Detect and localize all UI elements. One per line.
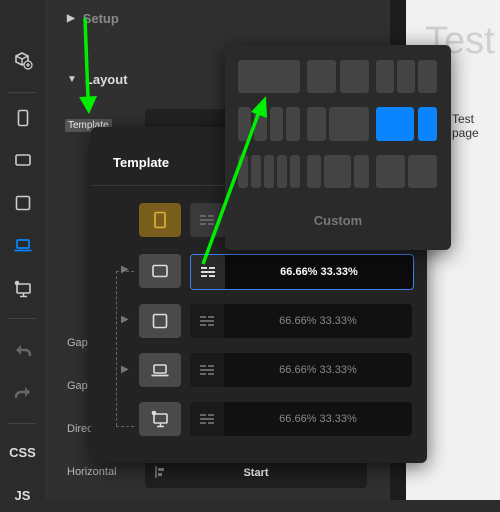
collapse-triangle-icon: ▼ [67, 74, 77, 85]
popup-title: Template [113, 155, 170, 170]
canvas-text: Test page [452, 112, 479, 140]
css-button[interactable]: CSS [0, 435, 45, 469]
layout-option-6633-b[interactable] [418, 107, 437, 141]
row-device-button[interactable] [139, 353, 181, 387]
layout-option-5col-c[interactable] [264, 155, 274, 188]
layout-option-2-1-b[interactable] [408, 155, 437, 188]
tablet-icon [152, 313, 168, 329]
css-label: CSS [9, 444, 36, 460]
horizontal-label: Horizontal [67, 466, 117, 478]
columns-icon [190, 203, 224, 237]
layout-option-5col-e[interactable] [290, 155, 300, 188]
row-device-button[interactable] [139, 304, 181, 338]
mobile-portrait-icon [154, 211, 166, 229]
laptop-icon[interactable] [0, 228, 45, 262]
js-button[interactable]: JS [0, 478, 45, 512]
layout-option-5col-b[interactable] [251, 155, 261, 188]
layout-option-2col-a[interactable] [307, 60, 336, 93]
layout-option-5col-d[interactable] [277, 155, 287, 188]
breakpoint-connector [116, 271, 117, 426]
play-triangle-icon: ▶ [121, 314, 129, 325]
layout-option-1col[interactable] [238, 60, 300, 93]
setup-section[interactable]: ▶ Setup [67, 11, 119, 26]
mobile-portrait-icon[interactable] [0, 101, 45, 135]
layout-option-3col-a[interactable] [376, 60, 394, 93]
desktop-icon[interactable] [0, 272, 45, 306]
custom-layout-button[interactable]: Custom [225, 213, 451, 228]
layout-option-3col-c[interactable] [418, 60, 437, 93]
layout-option-4col-c[interactable] [270, 107, 283, 141]
breakpoint-connector [116, 426, 134, 427]
layout-option-1-2-1-b[interactable] [324, 155, 351, 188]
tablet-icon[interactable] [0, 186, 45, 220]
columns-value: 66.66% 33.33% [279, 364, 357, 376]
layout-picker-popup: Custom [225, 45, 451, 250]
layout-option-4col-b[interactable] [254, 107, 267, 141]
columns-icon [190, 353, 224, 387]
layout-option-2-1-a[interactable] [376, 155, 405, 188]
direction-label: Direc [67, 423, 93, 435]
tablet-icon [152, 264, 168, 278]
sidebar-divider [8, 423, 36, 424]
play-triangle-icon: ▶ [121, 364, 129, 375]
play-triangle-icon: ▶ [121, 264, 129, 275]
layout-option-1-2-1-a[interactable] [307, 155, 321, 188]
gap-column-label: Gap [67, 380, 88, 392]
columns-value: 66.66% 33.33% [280, 266, 358, 278]
layout-option-2col-b[interactable] [340, 60, 369, 93]
redo-icon[interactable] [0, 376, 45, 410]
add-block-icon[interactable] [0, 43, 45, 77]
layout-option-4col-a[interactable] [238, 107, 251, 141]
align-start-icon [155, 466, 167, 481]
layout-option-4col-d[interactable] [286, 107, 300, 141]
sidebar-divider [8, 318, 36, 319]
laptop-icon [151, 364, 169, 377]
row-columns-field[interactable]: 66.66% 33.33% [190, 304, 412, 338]
columns-icon [190, 402, 224, 436]
row-device-button[interactable] [139, 402, 181, 436]
expand-triangle-icon: ▶ [67, 13, 75, 24]
mobile-landscape-icon[interactable] [0, 143, 45, 177]
columns-icon [191, 255, 225, 289]
setup-label: Setup [82, 11, 119, 26]
layout-option-3-1-a[interactable] [307, 107, 326, 141]
sidebar-divider [8, 92, 36, 93]
undo-icon[interactable] [0, 334, 45, 368]
desktop-icon [151, 410, 168, 428]
row-columns-field[interactable]: 66.66% 33.33% [190, 353, 412, 387]
device-sidebar: CSS JS [0, 0, 46, 503]
row-columns-field[interactable] [190, 203, 230, 237]
layout-option-5col-a[interactable] [238, 155, 248, 188]
layout-label: Layout [84, 72, 128, 87]
layout-section[interactable]: ▼ Layout [67, 72, 128, 87]
row-columns-field[interactable]: 66.66% 33.33% [190, 402, 412, 436]
columns-value: 66.66% 33.33% [279, 315, 357, 327]
layout-option-1-2-1-c[interactable] [354, 155, 369, 188]
layout-option-3-1-b[interactable] [329, 107, 369, 141]
layout-option-6633-a[interactable] [376, 107, 414, 141]
columns-value: 66.66% 33.33% [279, 413, 357, 425]
start-label: Start [243, 467, 269, 479]
js-label: JS [14, 487, 31, 503]
gap-row-label: Gap [67, 337, 88, 349]
row-device-button[interactable] [139, 254, 181, 288]
row-device-button[interactable] [139, 203, 181, 237]
columns-icon [190, 304, 224, 338]
row-columns-field[interactable]: 66.66% 33.33% [190, 254, 414, 290]
layout-option-3col-b[interactable] [397, 60, 415, 93]
